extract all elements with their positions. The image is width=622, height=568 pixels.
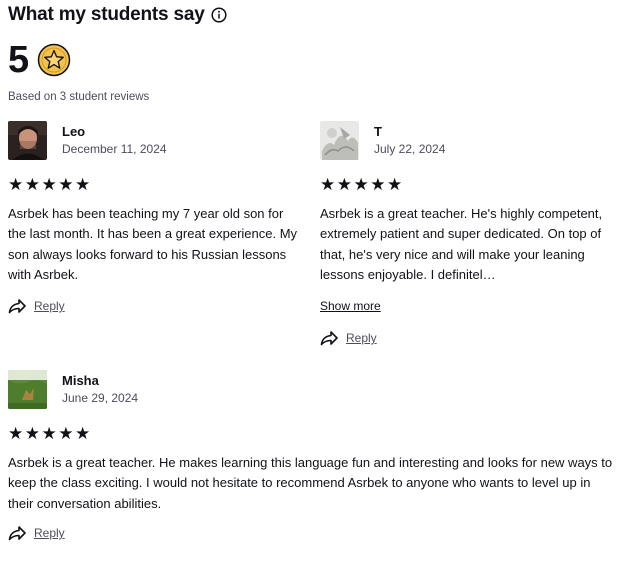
reply-arrow-icon <box>8 298 26 314</box>
avatar <box>8 370 47 409</box>
reply-arrow-icon <box>8 525 26 541</box>
review-date: July 22, 2024 <box>374 142 446 156</box>
avatar <box>8 121 47 160</box>
star-medal-icon <box>37 43 71 77</box>
reply-arrow-icon <box>320 330 338 346</box>
reviewer-name: Leo <box>62 124 86 139</box>
reviewer-name: Misha <box>62 373 99 388</box>
review-card: Leo December 11, 2024 ★★★★★ Asrbek has b… <box>8 121 298 321</box>
review-text: Asrbek has been teaching my 7 year old s… <box>8 206 298 282</box>
star-rating: ★★★★★ <box>320 175 404 194</box>
section-title: What my students say <box>8 4 227 26</box>
reviews-count-text: Based on 3 student reviews <box>8 91 150 103</box>
reviewer-name: T <box>374 124 382 139</box>
star-rating: ★★★★★ <box>8 175 92 194</box>
show-more-link[interactable]: Show more <box>320 299 381 313</box>
review-card: T July 22, 2024 ★★★★★ Asrbek is a great … <box>320 121 616 356</box>
reply-button[interactable]: Reply <box>8 525 65 541</box>
reply-label: Reply <box>346 331 377 345</box>
review-text: Asrbek is a great teacher. He makes lear… <box>8 455 613 511</box>
section-title-text: What my students say <box>8 4 205 25</box>
reply-button[interactable]: Reply <box>8 298 65 314</box>
review-date: December 11, 2024 <box>62 142 167 156</box>
star-rating: ★★★★★ <box>8 424 92 443</box>
review-text: Asrbek is a great teacher. He's highly c… <box>320 206 603 282</box>
info-icon[interactable] <box>211 7 227 23</box>
avatar <box>320 121 359 160</box>
reply-button[interactable]: Reply <box>320 330 377 346</box>
rating-value: 5 <box>8 39 30 81</box>
review-card: Misha June 29, 2024 ★★★★★ Asrbek is a gr… <box>8 370 616 550</box>
reply-label: Reply <box>34 299 65 313</box>
overall-rating: 5 <box>8 40 71 80</box>
review-date: June 29, 2024 <box>62 391 139 405</box>
reply-label: Reply <box>34 526 65 540</box>
